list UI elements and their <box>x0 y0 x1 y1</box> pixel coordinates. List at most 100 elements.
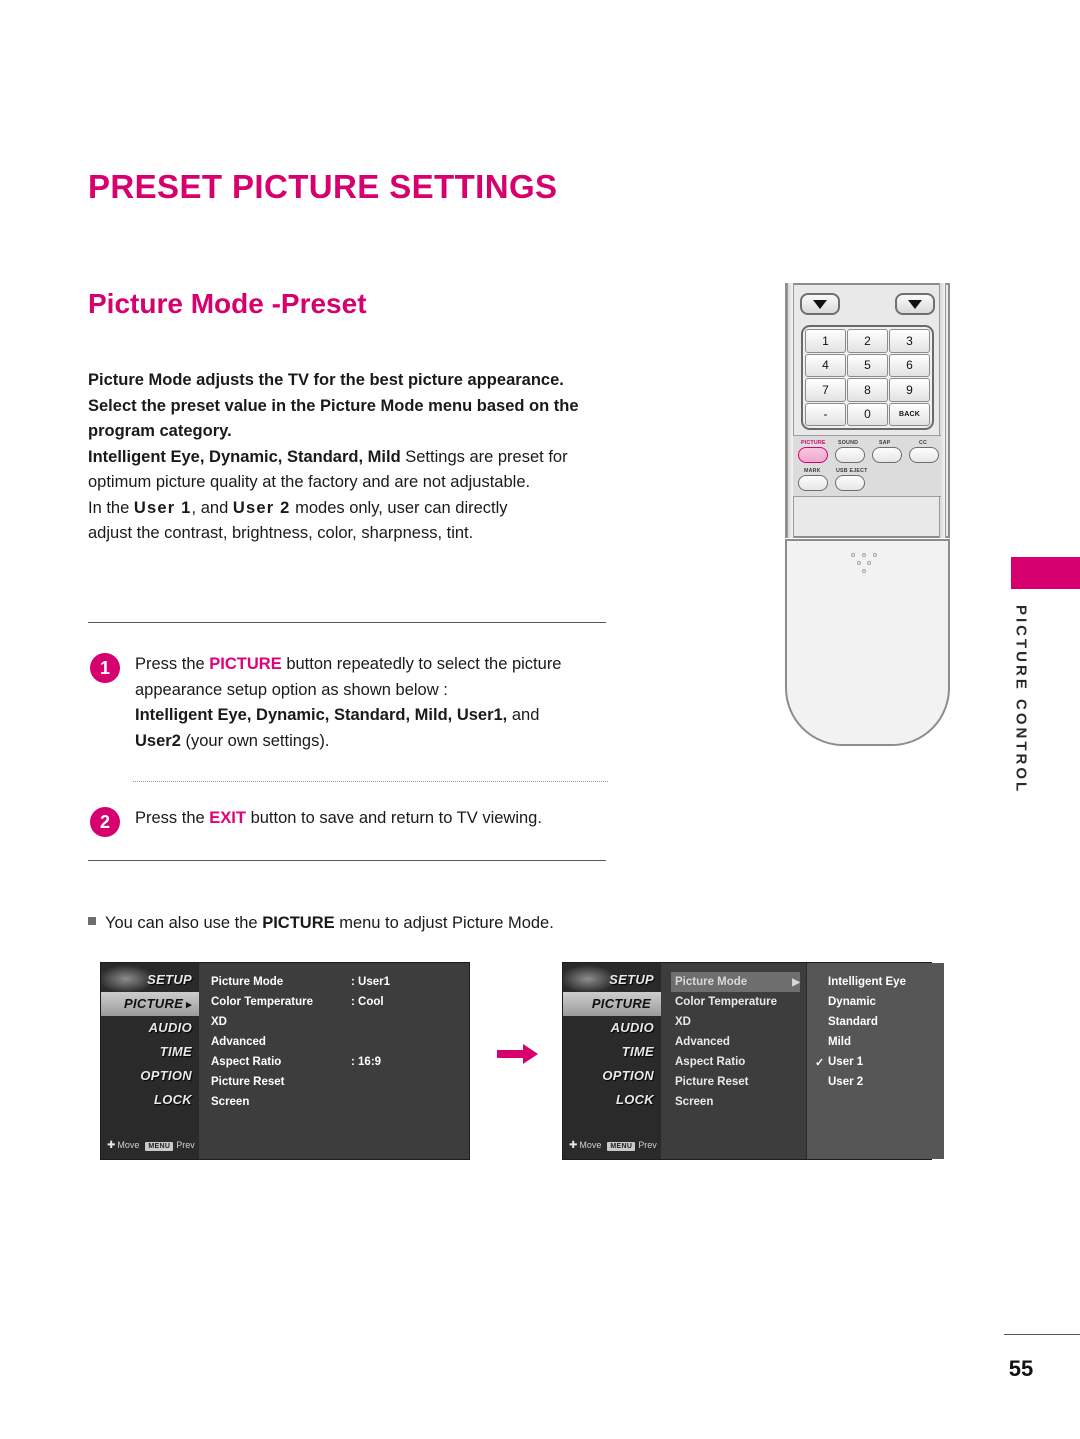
dpad-icon: ✚ <box>569 1140 578 1151</box>
osd-nav-setup[interactable]: SETUP <box>563 968 661 992</box>
page-number: 55 <box>1008 1356 1034 1381</box>
step-2-post: button to save and return to TV viewing. <box>250 809 542 827</box>
picture-button[interactable] <box>798 447 828 463</box>
key-9[interactable]: 9 <box>889 378 930 402</box>
key-7[interactable]: 7 <box>805 378 846 402</box>
osd-row-aspect-ratio[interactable]: Aspect Ratio: 16:9 <box>211 1052 481 1072</box>
divider-dotted <box>133 781 608 782</box>
osd-nav-lock[interactable]: LOCK <box>563 1088 661 1112</box>
remote-side-left <box>787 283 794 538</box>
square-bullet-icon <box>88 917 96 925</box>
note-text: You can also use the PICTURE menu to adj… <box>105 911 554 935</box>
osd-row-label: Picture Mode <box>211 976 284 988</box>
osd-submenu-item-intelligent-eye[interactable]: Intelligent Eye <box>807 972 944 992</box>
osd-submenu-label: Mild <box>828 1036 851 1048</box>
osd-row-xd[interactable]: XD <box>211 1012 481 1032</box>
key-5[interactable]: 5 <box>847 353 888 377</box>
step-1-pre: Press the <box>135 655 205 673</box>
osd-nav-audio[interactable]: AUDIO <box>101 1016 199 1040</box>
osd-row-picture-mode[interactable]: Picture Mode ▶ <box>671 972 800 992</box>
osd-submenu-item-standard[interactable]: Standard <box>807 1012 944 1032</box>
key-0[interactable]: 0 <box>847 402 888 426</box>
osd-submenu-item-mild[interactable]: Mild <box>807 1032 944 1052</box>
osd-footer-move: ✚ Move <box>569 1140 601 1151</box>
osd-submenu-item-user-2[interactable]: User 2 <box>807 1072 944 1092</box>
step-1-post: button repeatedly to select the picture <box>286 655 562 673</box>
osd-nav-picture[interactable]: PICTURE <box>101 992 199 1016</box>
osd-footer-prev-label: Prev <box>176 1140 195 1150</box>
osd-row-picture-mode[interactable]: Picture Mode: User1 <box>211 972 481 992</box>
intro-paragraphs: Picture Mode adjusts the TV for the best… <box>88 368 618 547</box>
osd-submenu-picture-mode: Intelligent Eye Dynamic Standard Mild ✓ U… <box>806 963 944 1159</box>
key-2[interactable]: 2 <box>847 329 888 353</box>
osd-row-label: Advanced <box>675 1036 730 1048</box>
key-1[interactable]: 1 <box>805 329 846 353</box>
osd-menu-list: Picture Mode ▶ Color Temperature XD Advan… <box>661 972 804 1159</box>
osd-row-screen[interactable]: Screen <box>671 1092 800 1112</box>
osd-row-advanced[interactable]: Advanced <box>671 1032 800 1052</box>
osd-nav-option[interactable]: OPTION <box>563 1064 661 1088</box>
intro-line-6-pre: In the <box>88 498 130 517</box>
volume-down-button[interactable] <box>895 293 935 315</box>
osd-nav-time[interactable]: TIME <box>563 1040 661 1064</box>
step-1-body: Press the PICTURE button repeatedly to s… <box>135 652 605 754</box>
sap-button[interactable] <box>872 447 902 463</box>
osd-row-color-temperature[interactable]: Color Temperature: Cool <box>211 992 481 1012</box>
key-back[interactable]: BACK <box>889 402 930 426</box>
osd-main-panel: Picture Mode: User1 Color Temperature: C… <box>199 963 469 1159</box>
osd-sidebar: SETUP PICTURE AUDIO TIME OPTION LOCK ✚Mo… <box>563 963 661 1159</box>
osd-row-label: Screen <box>211 1096 250 1108</box>
step-2-keyword: EXIT <box>209 809 246 827</box>
cc-button[interactable] <box>909 447 939 463</box>
remote-control-illustration: 1 2 3 4 5 6 7 8 9 - 0 BACK PICTURE SOUND… <box>785 283 950 746</box>
sound-button[interactable] <box>835 447 865 463</box>
osd-submenu-item-user-1[interactable]: ✓ User 1 <box>807 1052 944 1072</box>
osd-row-picture-reset[interactable]: Picture Reset <box>211 1072 481 1092</box>
intro-line-4-rest: Settings are preset for <box>405 447 568 466</box>
remote-keypad: 1 2 3 4 5 6 7 8 9 - 0 BACK <box>801 325 934 430</box>
osd-row-label: XD <box>675 1016 691 1028</box>
section-title: Picture Mode -Preset <box>88 288 367 319</box>
osd-footer-prev: MENU Prev <box>145 1140 195 1151</box>
usb-eject-button[interactable] <box>835 475 865 491</box>
osd-nav-option[interactable]: OPTION <box>101 1064 199 1088</box>
osd-row-aspect-ratio[interactable]: Aspect Ratio <box>671 1052 800 1072</box>
osd-nav-picture[interactable]: PICTURE <box>563 992 661 1016</box>
key-dash[interactable]: - <box>805 402 846 426</box>
key-3[interactable]: 3 <box>889 329 930 353</box>
remote-dots-decor <box>851 553 881 573</box>
osd-nav-audio[interactable]: AUDIO <box>563 1016 661 1040</box>
osd-footer-move: ✚ Move <box>107 1140 139 1151</box>
key-8[interactable]: 8 <box>847 378 888 402</box>
note-post: menu to adjust Picture Mode. <box>339 914 554 932</box>
key-6[interactable]: 6 <box>889 353 930 377</box>
osd-row-picture-reset[interactable]: Picture Reset <box>671 1072 800 1092</box>
osd-submenu-item-dynamic[interactable]: Dynamic <box>807 992 944 1012</box>
dot-icon <box>851 553 855 557</box>
osd-nav-list: SETUP PICTURE AUDIO TIME OPTION LOCK <box>101 968 199 1112</box>
intro-user1: User 1 <box>133 498 192 517</box>
step-2-line-1: Press the EXIT button to save and return… <box>135 806 605 832</box>
osd-row-xd[interactable]: XD <box>671 1012 800 1032</box>
arrow-right-icon <box>497 1044 538 1064</box>
remote-function-row: PICTURE SOUND SAP CC MARK USB EJECT <box>793 435 941 497</box>
cc-button-label: CC <box>919 440 928 446</box>
osd-row-screen[interactable]: Screen <box>211 1092 481 1112</box>
mark-button[interactable] <box>798 475 828 491</box>
osd-row-advanced[interactable]: Advanced <box>211 1032 481 1052</box>
osd-nav-time[interactable]: TIME <box>101 1040 199 1064</box>
osd-row-label: Advanced <box>211 1036 266 1048</box>
osd-nav-setup[interactable]: SETUP <box>101 968 199 992</box>
osd-footer-move-label: Move <box>117 1140 140 1150</box>
intro-line-1: Picture Mode adjusts the TV for the best… <box>88 371 564 389</box>
step-1-line-3: Intelligent Eye, Dynamic, Standard, Mild… <box>135 703 605 729</box>
osd-submenu-label: Standard <box>828 1016 878 1028</box>
osd-row-color-temperature[interactable]: Color Temperature <box>671 992 800 1012</box>
osd-nav-lock[interactable]: LOCK <box>101 1088 199 1112</box>
channel-down-button[interactable] <box>800 293 840 315</box>
key-4[interactable]: 4 <box>805 353 846 377</box>
osd-footer-prev: MENU Prev <box>607 1140 657 1151</box>
dot-icon <box>862 569 866 573</box>
osd-row-value: : 16:9 <box>351 1056 382 1068</box>
note-keyword: PICTURE <box>262 914 335 932</box>
